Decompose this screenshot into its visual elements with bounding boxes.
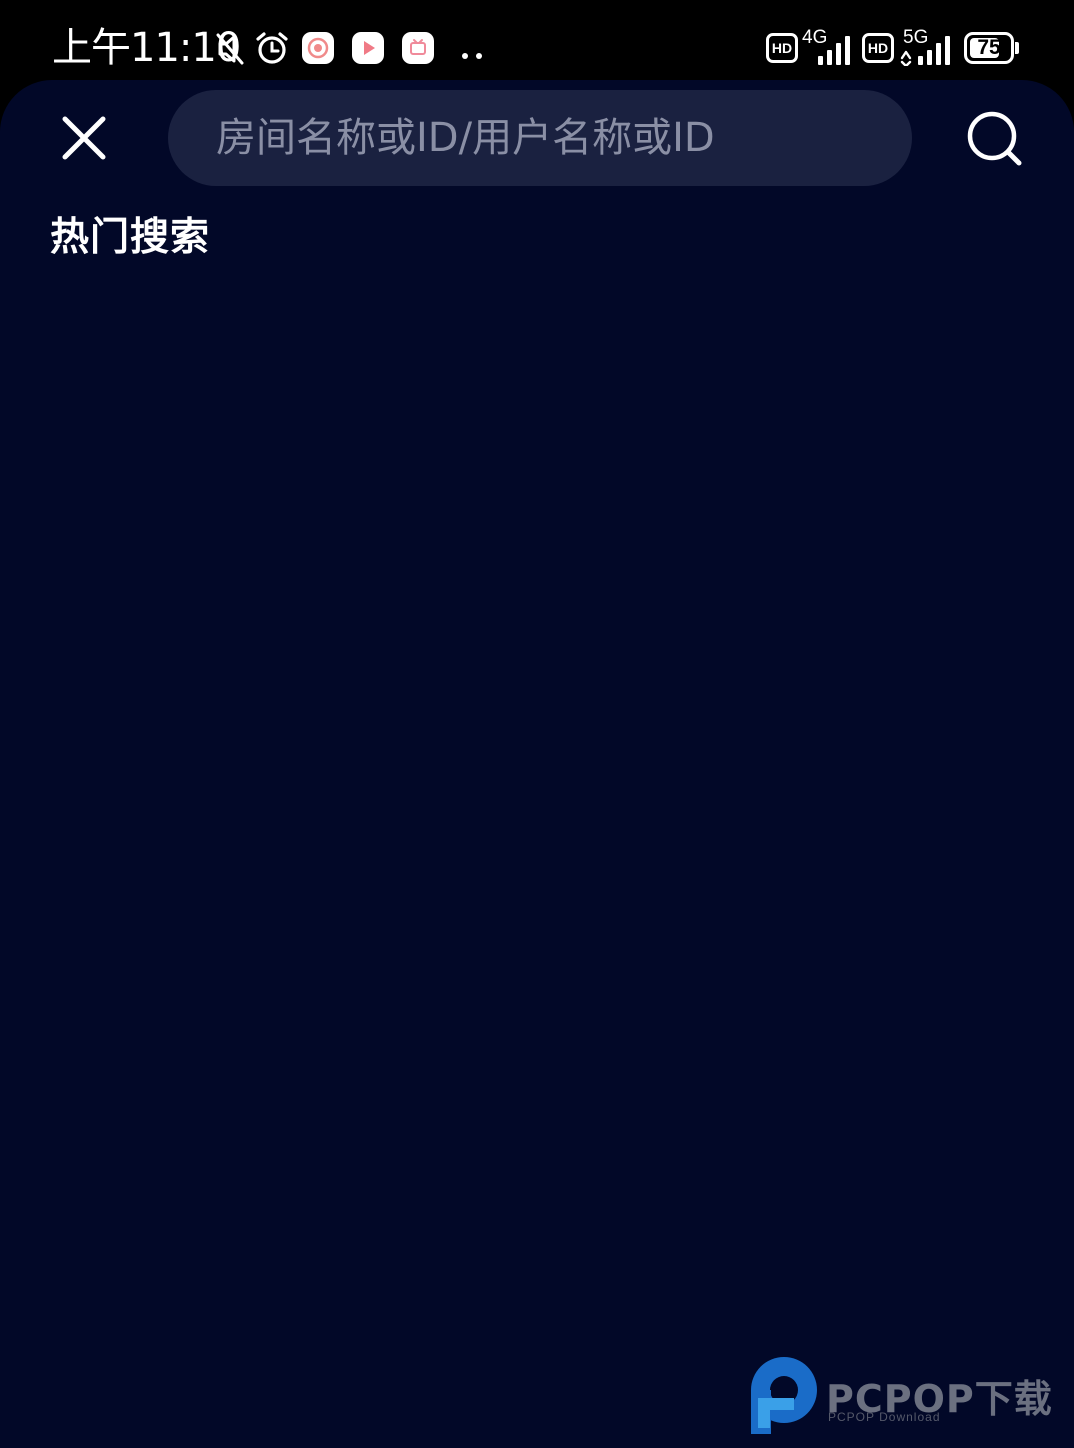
hot-search-title: 热门搜索 bbox=[50, 215, 211, 260]
hd-voice-icon: HD bbox=[766, 33, 798, 63]
search-icon bbox=[967, 111, 1022, 166]
signal-icon bbox=[818, 36, 850, 65]
app-notification-icon bbox=[302, 32, 334, 64]
search-button[interactable] bbox=[964, 108, 1028, 172]
search-panel bbox=[0, 80, 1074, 1448]
battery-cap bbox=[1015, 42, 1019, 54]
status-bar: 上午11:10 HD 4G HD 5G 75 bbox=[0, 0, 1074, 90]
video-notification-icon bbox=[352, 32, 384, 64]
watermark: PCPOP下载 PCPOP Download bbox=[748, 1352, 1074, 1438]
signal-icon bbox=[900, 36, 950, 66]
close-icon bbox=[62, 116, 106, 160]
more-notifications-icon bbox=[462, 44, 492, 59]
tv-notification-icon bbox=[402, 32, 434, 64]
search-field[interactable] bbox=[168, 90, 912, 186]
alarm-icon bbox=[256, 32, 288, 64]
close-button[interactable] bbox=[56, 110, 112, 166]
status-time: 上午11:10 bbox=[52, 25, 241, 71]
watermark-subtext: PCPOP Download bbox=[828, 1410, 941, 1424]
battery-icon: 75 bbox=[964, 32, 1014, 64]
watermark-logo-icon bbox=[751, 1357, 817, 1434]
mute-icon bbox=[216, 33, 244, 65]
battery-percent: 75 bbox=[977, 36, 1001, 59]
search-input[interactable] bbox=[216, 90, 896, 186]
hd-voice-icon: HD bbox=[862, 33, 894, 63]
